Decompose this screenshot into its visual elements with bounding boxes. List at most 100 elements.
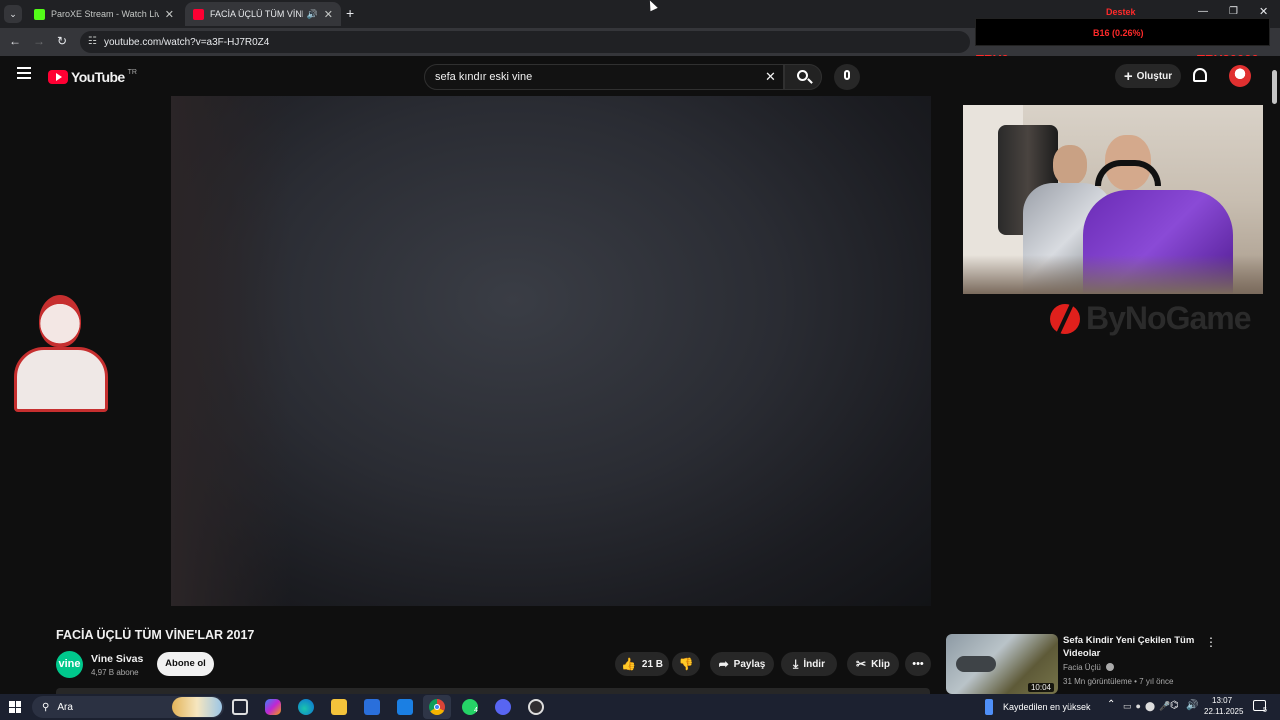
video-title: FACİA ÜÇLÜ TÜM VİNE'LAR 2017 (56, 628, 255, 642)
tab-title: ParoXE Stream - Watch Live on (51, 9, 159, 19)
download-button[interactable]: ⤓ İndir (781, 652, 837, 676)
donation-label: Destek (1106, 7, 1136, 17)
recommended-meta: 31 Mn görüntüleme • 7 yıl önce (1063, 677, 1174, 686)
recommended-thumbnail[interactable]: 10:04 (946, 634, 1058, 694)
minimize-button[interactable]: — (1198, 6, 1208, 17)
clip-button[interactable]: ✂ Klip (847, 652, 899, 676)
create-button[interactable]: + Oluştur (1115, 64, 1181, 88)
tab-youtube-video[interactable]: FACİA ÜÇLÜ TÜM VİNE'LAR 🔊 ✕ (185, 2, 341, 26)
tray-icons[interactable]: ▭●⬤🎤 (1123, 701, 1174, 712)
channel-name[interactable]: Vine Sivas (91, 653, 143, 665)
streamer-sticker (14, 295, 108, 412)
menu-icon[interactable] (17, 67, 31, 79)
file-explorer-icon[interactable] (331, 699, 347, 715)
search-button[interactable] (784, 64, 822, 90)
windows-taskbar: ⚲ Ara 4 Kaydedilen en yüksek ⌃ ▭●⬤🎤 ⌬ 🔊 … (0, 694, 1280, 720)
notifications-bell-icon[interactable] (1193, 68, 1207, 82)
bynogame-text: ByNoGame (1086, 300, 1251, 336)
like-button[interactable]: 👍 21 B (615, 652, 669, 676)
taskbar-search[interactable]: ⚲ Ara (32, 696, 224, 718)
speaker-icon[interactable]: 🔊 (307, 9, 318, 20)
youtube-logo-text: YouTube (71, 69, 125, 85)
search-icon: ⚲ (42, 701, 50, 713)
share-label: Paylaş (733, 658, 766, 670)
forward-icon[interactable]: → (33, 34, 45, 48)
like-count: 21 B (641, 658, 664, 670)
tab-kick-stream[interactable]: ParoXE Stream - Watch Live on ✕ (26, 2, 182, 26)
search-highlight-image (172, 697, 222, 717)
clock-time[interactable]: 13:07 (1212, 696, 1232, 705)
page-scrollbar[interactable] (1272, 70, 1277, 104)
voice-search-button[interactable] (834, 64, 860, 90)
video-player[interactable] (171, 96, 931, 606)
sticker-head (39, 295, 81, 347)
url-text: youtube.com/watch?v=a3F-HJ7R0Z4 (104, 36, 270, 48)
maximize-button[interactable]: ❐ (1229, 6, 1238, 17)
more-actions-button[interactable]: ••• (905, 652, 931, 676)
tab-title: FACİA ÜÇLÜ TÜM VİNE'LAR (210, 9, 303, 19)
subscriber-count: 4,97 B abone (91, 668, 139, 677)
recommended-more-icon[interactable]: ⋮ (1205, 635, 1217, 649)
discord-icon[interactable] (495, 699, 511, 715)
plus-icon: + (1123, 67, 1133, 85)
cam-couch (963, 255, 1263, 294)
window-close-button[interactable]: ✕ (1259, 5, 1268, 18)
tab-search-button[interactable]: ⌄ (4, 5, 22, 23)
whatsapp-badge: 4 (474, 707, 478, 714)
avatar[interactable] (1229, 65, 1251, 87)
donation-amount: B16 (0.26%) (1093, 28, 1144, 38)
copilot-icon[interactable] (265, 699, 281, 715)
recommended-channel: Facia Üçlü (1063, 663, 1115, 672)
edge-icon[interactable] (298, 699, 314, 715)
close-icon[interactable]: ✕ (165, 8, 174, 21)
search-input[interactable]: sefa kındır eski vine ✕ (424, 64, 784, 90)
back-icon[interactable]: ← (9, 34, 21, 48)
site-info-icon[interactable]: ☷ (88, 36, 97, 47)
address-bar[interactable]: ☷ youtube.com/watch?v=a3F-HJ7R0Z4 (80, 31, 970, 53)
youtube-logo[interactable]: YouTube TR (48, 69, 137, 85)
thumbs-down-icon: 👎 (678, 657, 694, 671)
obs-icon[interactable] (528, 699, 544, 715)
chrome-taskbar-button[interactable] (423, 695, 451, 719)
tray-chevron-icon[interactable]: ⌃ (1107, 699, 1115, 710)
channel-label: Facia Üçlü (1063, 663, 1101, 672)
tray-label: Kaydedilen en yüksek (1003, 702, 1091, 712)
share-button[interactable]: ➦ Paylaş (710, 652, 774, 676)
download-icon: ⤓ (793, 656, 799, 671)
channel-avatar[interactable]: vine (56, 651, 83, 678)
bynogame-logo: ByNoGame (1050, 300, 1251, 337)
taskbar-search-label: Ara (57, 701, 73, 713)
youtube-header: YouTube TR sefa kındır eski vine ✕ + Olu… (0, 56, 1280, 96)
verified-icon (1106, 663, 1115, 671)
subscribe-button[interactable]: Abone ol (157, 652, 214, 676)
notification-count: 5 (1263, 707, 1267, 714)
clock-date[interactable]: 22.11.2025 (1204, 707, 1243, 716)
create-label: Oluştur (1136, 70, 1173, 82)
kick-icon (34, 8, 45, 20)
video-duration: 10:04 (1027, 683, 1054, 692)
country-code: TR (127, 68, 137, 76)
bynogame-icon (1050, 300, 1080, 337)
close-icon[interactable]: ✕ (324, 8, 333, 21)
task-view-icon[interactable] (232, 699, 248, 715)
store-icon[interactable] (364, 699, 380, 715)
share-icon: ➦ (718, 657, 729, 671)
recommended-title[interactable]: Sefa Kindir Yeni Çekilen Tüm Videolar (1063, 634, 1198, 660)
mouse-cursor-icon (646, 0, 658, 12)
mail-icon[interactable] (397, 699, 413, 715)
sticker-body (14, 347, 108, 412)
search-query: sefa kındır eski vine (435, 71, 533, 83)
dislike-button[interactable]: 👎 (672, 652, 700, 676)
thumbs-up-icon: 👍 (620, 657, 636, 671)
youtube-icon (193, 8, 204, 20)
webcam-overlay (963, 105, 1263, 294)
windows-start-icon[interactable] (9, 701, 21, 713)
youtube-play-icon (48, 70, 68, 84)
reload-icon[interactable]: ↻ (57, 34, 67, 48)
clear-search-icon[interactable]: ✕ (765, 69, 776, 85)
network-icon[interactable]: ⌬ (1170, 700, 1179, 711)
clip-label: Klip (871, 658, 890, 670)
remote-desktop-icon[interactable] (985, 699, 993, 715)
new-tab-button[interactable]: + (346, 5, 354, 21)
volume-icon[interactable]: 🔊 (1186, 700, 1198, 711)
